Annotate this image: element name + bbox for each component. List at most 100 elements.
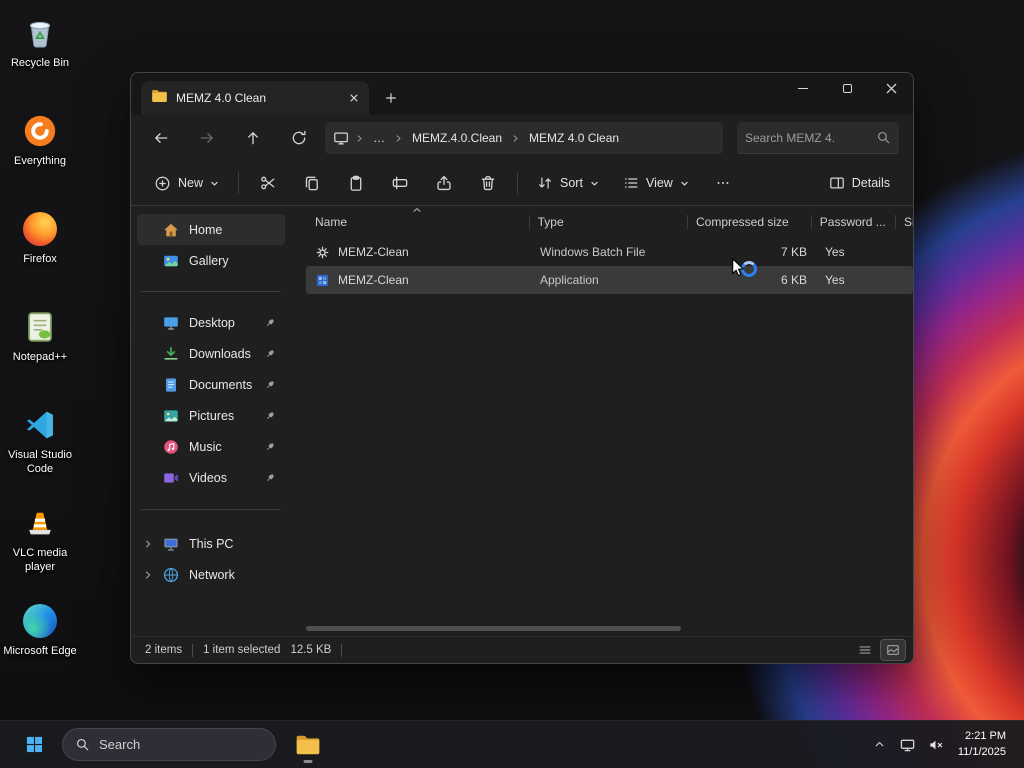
- breadcrumb: … MEMZ.4.0.Clean MEMZ 4.0 Clean: [325, 122, 723, 154]
- file-password-protected: Yes: [825, 245, 845, 259]
- paste-button[interactable]: [337, 166, 375, 200]
- file-name: MEMZ-Clean: [338, 273, 409, 287]
- desktop-icon-vlc[interactable]: VLC media player: [2, 502, 78, 575]
- network-tray-icon[interactable]: [894, 727, 922, 763]
- column-header-type[interactable]: Type: [528, 206, 687, 238]
- sidebar-item-label: Videos: [189, 470, 227, 485]
- sidebar-item-label: Documents: [189, 377, 253, 392]
- new-tab-button[interactable]: [377, 84, 405, 112]
- details-view-button[interactable]: [853, 640, 877, 660]
- column-header-compressed-size[interactable]: Compressed size: [687, 206, 811, 238]
- details-button[interactable]: Details: [820, 168, 899, 198]
- back-button[interactable]: [145, 122, 177, 154]
- everything-icon: [23, 110, 57, 152]
- pin-icon: [264, 348, 276, 360]
- maximize-button[interactable]: [825, 73, 869, 103]
- file-row-selected[interactable]: MEMZ-Clean Application 6 KB Yes: [306, 266, 913, 294]
- up-button[interactable]: [237, 122, 269, 154]
- sidebar-item-network[interactable]: Network: [137, 559, 285, 590]
- chevron-right-icon[interactable]: [143, 570, 153, 580]
- sidebar-item-label: Home: [189, 222, 223, 237]
- search-icon: [876, 130, 891, 145]
- share-button[interactable]: [425, 166, 463, 200]
- volume-mute-icon[interactable]: [922, 727, 950, 763]
- minimize-button[interactable]: [781, 73, 825, 103]
- desktop-icon-everything[interactable]: Everything: [2, 110, 78, 169]
- view-button-label: View: [645, 176, 673, 190]
- close-button[interactable]: [869, 73, 913, 103]
- file-row[interactable]: MEMZ-Clean Windows Batch File 7 KB Yes: [306, 238, 913, 266]
- tab-title: MEMZ 4.0 Clean: [176, 91, 267, 105]
- sidebar-item-music[interactable]: Music: [137, 431, 285, 462]
- rename-button[interactable]: [381, 166, 419, 200]
- taskbar-search[interactable]: Search: [62, 728, 276, 761]
- file-password-protected: Yes: [825, 273, 845, 287]
- more-button[interactable]: [704, 166, 742, 200]
- details-button-label: Details: [851, 176, 890, 190]
- large-thumbnails-view-button[interactable]: [880, 639, 906, 661]
- sidebar-item-desktop[interactable]: Desktop: [137, 307, 285, 338]
- explorer-searchbox: [737, 122, 899, 154]
- copy-button[interactable]: [293, 166, 331, 200]
- breadcrumb-overflow[interactable]: …: [366, 127, 392, 149]
- selection-count: 1 item selected: [203, 644, 281, 656]
- column-headers: Name Type Compressed size Password ... S…: [306, 206, 913, 238]
- tray-chevron-button[interactable]: [866, 727, 894, 763]
- chevron-right-icon: [394, 134, 403, 143]
- file-compressed-size: 6 KB: [780, 273, 807, 287]
- window-caption-buttons: [781, 73, 913, 103]
- status-bar: 2 items 1 item selected 12.5 KB: [131, 636, 913, 663]
- explorer-search-input[interactable]: [745, 130, 870, 145]
- desktop: Recycle Bin Everything Firefox Notepad++: [0, 0, 1024, 768]
- item-count: 2 items: [145, 644, 183, 656]
- breadcrumb-current[interactable]: MEMZ 4.0 Clean: [522, 127, 626, 149]
- column-label: Compressed size: [696, 215, 789, 229]
- music-icon: [163, 439, 179, 455]
- sidebar-item-videos[interactable]: Videos: [137, 462, 285, 493]
- cut-button[interactable]: [249, 166, 287, 200]
- desktop-icon-edge[interactable]: Microsoft Edge: [2, 600, 78, 659]
- status-separator: [192, 643, 194, 657]
- sidebar-item-home[interactable]: Home: [137, 214, 285, 245]
- column-header-size[interactable]: Si: [895, 206, 913, 238]
- breadcrumb-parent[interactable]: MEMZ.4.0.Clean: [405, 127, 509, 149]
- clock-date: 11/1/2025: [957, 745, 1006, 758]
- start-button[interactable]: [14, 725, 54, 765]
- desktop-icon-firefox[interactable]: Firefox: [2, 208, 78, 267]
- desktop-icon-recycle-bin[interactable]: Recycle Bin: [2, 12, 78, 71]
- forward-button[interactable]: [191, 122, 223, 154]
- desktop-icon-vscode[interactable]: Visual Studio Code: [2, 404, 78, 477]
- taskbar-explorer-button[interactable]: [288, 725, 328, 765]
- desktop-icon-notepadpp[interactable]: Notepad++: [2, 306, 78, 365]
- view-button[interactable]: View: [614, 168, 698, 198]
- file-type: Application: [540, 273, 599, 287]
- sort-button[interactable]: Sort: [528, 168, 608, 198]
- toolbar-separator: [517, 172, 519, 194]
- explorer-tab[interactable]: MEMZ 4.0 Clean: [141, 81, 369, 115]
- chevron-right-icon: [511, 134, 520, 143]
- column-label: Name: [315, 215, 348, 229]
- taskbar: Search 2:21 PM 11/1/2025: [0, 720, 1024, 768]
- refresh-button[interactable]: [283, 122, 315, 154]
- search-icon: [75, 737, 90, 752]
- documents-icon: [163, 377, 179, 393]
- vlc-icon: [24, 502, 56, 544]
- delete-button[interactable]: [469, 166, 507, 200]
- column-header-password[interactable]: Password ...: [810, 206, 895, 238]
- pictures-icon: [163, 408, 179, 424]
- chevron-right-icon[interactable]: [143, 539, 153, 549]
- column-header-name[interactable]: Name: [306, 206, 529, 238]
- sidebar-item-this-pc[interactable]: This PC: [137, 528, 285, 559]
- column-label: Password ...: [819, 215, 886, 229]
- sidebar-item-gallery[interactable]: Gallery: [137, 245, 285, 276]
- active-app-indicator: [303, 759, 313, 763]
- horizontal-scrollbar[interactable]: [306, 626, 681, 631]
- sidebar-item-pictures[interactable]: Pictures: [137, 400, 285, 431]
- new-button[interactable]: New: [145, 168, 228, 199]
- taskbar-clock[interactable]: 2:21 PM 11/1/2025: [950, 729, 1016, 760]
- sidebar-item-downloads[interactable]: Downloads: [137, 338, 285, 369]
- column-label: Si: [904, 215, 913, 229]
- sidebar-item-label: Pictures: [189, 408, 235, 423]
- sidebar-item-documents[interactable]: Documents: [137, 369, 285, 400]
- tab-close-button[interactable]: [345, 89, 363, 107]
